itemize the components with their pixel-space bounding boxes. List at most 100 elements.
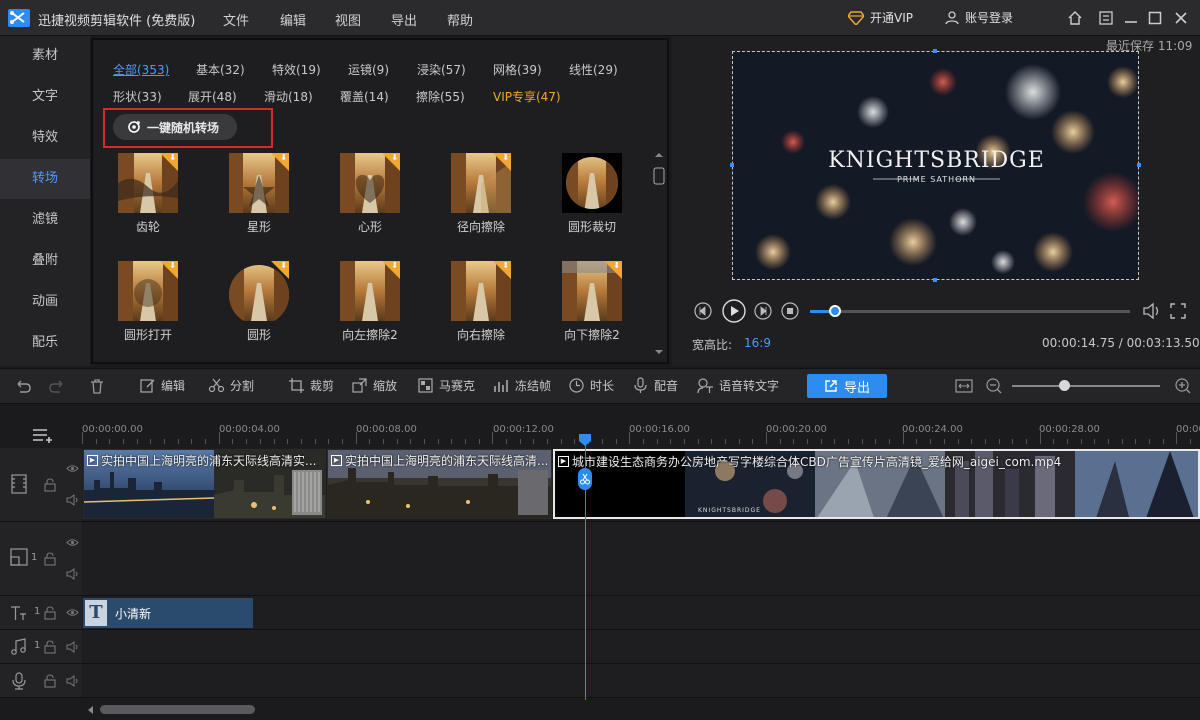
volume-icon[interactable] — [1141, 301, 1161, 321]
playhead-handle[interactable] — [579, 434, 591, 446]
speaker-icon[interactable] — [66, 568, 79, 580]
menu-view[interactable]: 视图 — [335, 10, 361, 29]
sidebar-item-effects[interactable]: 特效 — [0, 118, 90, 158]
sidebar-item-animation[interactable]: 动画 — [0, 282, 90, 322]
timeline-scroll-thumb[interactable] — [100, 705, 255, 714]
video-clip[interactable]: ▶ 实拍中国上海明亮的浦东天际线高清... — [327, 449, 552, 519]
eye-icon[interactable] — [66, 608, 79, 617]
tool-mosaic[interactable]: 马赛克 — [417, 377, 475, 394]
transition-thumb-circle[interactable]: ⬇ — [229, 261, 289, 321]
category-shape[interactable]: 形状(33) — [113, 88, 162, 105]
tool-duration[interactable]: 时长 — [568, 377, 614, 394]
resize-handle[interactable] — [1137, 163, 1141, 167]
sidebar-item-material[interactable]: 素材 — [0, 36, 90, 76]
settings-icon[interactable] — [1097, 9, 1115, 27]
timeline-zoom-track[interactable] — [1012, 385, 1160, 387]
undo-icon[interactable] — [14, 377, 32, 395]
lock-icon[interactable] — [44, 478, 56, 492]
tool-speech-to-text[interactable]: 语音转文字 — [697, 377, 779, 394]
panel-scrollbar[interactable] — [652, 150, 666, 360]
category-expand[interactable]: 展开(48) — [188, 88, 237, 105]
text-clip[interactable]: T 小清新 — [83, 598, 253, 628]
zoom-out-icon[interactable] — [985, 377, 1003, 395]
voice-track[interactable] — [82, 664, 1200, 698]
transition-thumb-radial-wipe[interactable]: ⬇ — [451, 153, 511, 213]
sidebar-item-music[interactable]: 配乐 — [0, 323, 90, 363]
transition-thumb-wipe-right[interactable]: ⬇ — [451, 261, 511, 321]
next-frame-icon[interactable] — [754, 302, 772, 320]
category-linear[interactable]: 线性(29) — [569, 61, 618, 78]
tool-split[interactable]: 分割 — [208, 377, 254, 394]
resize-handle[interactable] — [933, 278, 937, 282]
eye-icon[interactable] — [66, 538, 79, 547]
redo-icon[interactable] — [48, 377, 66, 395]
lock-icon[interactable] — [44, 640, 56, 654]
sidebar-item-transitions[interactable]: 转场 — [0, 159, 90, 199]
minimize-icon[interactable] — [1122, 9, 1140, 27]
tool-zoom[interactable]: 缩放 — [351, 377, 397, 394]
transition-thumb-wipe-down-2[interactable]: ⬇ — [562, 261, 622, 321]
transition-thumb-wipe-left-2[interactable]: ⬇ — [340, 261, 400, 321]
category-camera[interactable]: 运镜(9) — [348, 61, 389, 78]
speaker-icon[interactable] — [66, 494, 79, 506]
video-clip-selected[interactable]: ▶ 城市建设生态商务办公房地产写字楼综合体CBD广告宣传片高清镜_爱给网_aige… — [553, 449, 1200, 519]
previous-frame-icon[interactable] — [694, 302, 712, 320]
music-track[interactable] — [82, 630, 1200, 664]
sidebar-item-overlay[interactable]: 叠附 — [0, 241, 90, 281]
resize-handle[interactable] — [933, 49, 937, 53]
category-cover[interactable]: 覆盖(14) — [340, 88, 389, 105]
export-button[interactable]: 导出 — [807, 374, 887, 398]
aspect-ratio-value[interactable]: 16:9 — [744, 336, 771, 350]
lock-icon[interactable] — [44, 552, 56, 566]
scroll-left-icon[interactable] — [88, 706, 94, 714]
maximize-icon[interactable] — [1146, 9, 1164, 27]
lock-icon[interactable] — [44, 606, 56, 620]
category-all[interactable]: 全部(353) — [113, 61, 169, 78]
category-basic[interactable]: 基本(32) — [196, 61, 245, 78]
menu-export[interactable]: 导出 — [391, 10, 417, 29]
fit-timeline-icon[interactable] — [955, 377, 973, 395]
category-wipe[interactable]: 擦除(55) — [416, 88, 465, 105]
sidebar-item-filters[interactable]: 滤镜 — [0, 200, 90, 240]
transition-thumb-circle-crop[interactable] — [562, 153, 622, 213]
transition-thumb-heart[interactable]: ⬇ — [340, 153, 400, 213]
zoom-in-icon[interactable] — [1174, 377, 1192, 395]
play-icon[interactable] — [722, 299, 746, 323]
resize-handle[interactable] — [730, 163, 734, 167]
overlay-track[interactable] — [82, 522, 1200, 596]
video-preview[interactable]: KNIGHTSBRIDGE PRIME SATHORN — [732, 51, 1139, 280]
stop-icon[interactable] — [781, 302, 799, 320]
fullscreen-icon[interactable] — [1168, 301, 1188, 321]
delete-icon[interactable] — [88, 377, 106, 395]
menu-edit[interactable]: 编辑 — [280, 10, 306, 29]
eye-icon[interactable] — [66, 464, 79, 473]
lock-icon[interactable] — [44, 674, 56, 688]
home-icon[interactable] — [1066, 9, 1084, 27]
tool-freeze-frame[interactable]: 冻结帧 — [493, 377, 551, 394]
close-icon[interactable] — [1172, 9, 1190, 27]
category-effects[interactable]: 特效(19) — [272, 61, 321, 78]
speaker-icon[interactable] — [66, 675, 79, 687]
playback-progress-track[interactable] — [810, 310, 1130, 313]
category-dissolve[interactable]: 浸染(57) — [417, 61, 466, 78]
transition-thumb-star[interactable]: ⬇ — [229, 153, 289, 213]
split-marker-icon[interactable] — [578, 468, 592, 490]
playback-progress-knob[interactable] — [829, 305, 841, 317]
vip-button[interactable]: 开通VIP — [848, 9, 913, 26]
random-transition-button[interactable]: 一键随机转场 — [113, 114, 237, 140]
timeline-zoom-knob[interactable] — [1059, 380, 1070, 391]
menu-file[interactable]: 文件 — [223, 10, 249, 29]
sidebar-item-text[interactable]: 文字 — [0, 77, 90, 117]
tool-edit[interactable]: 编辑 — [139, 377, 185, 394]
menu-help[interactable]: 帮助 — [447, 10, 473, 29]
speaker-icon[interactable] — [66, 641, 79, 653]
add-track-icon[interactable] — [32, 426, 56, 444]
category-slide[interactable]: 滑动(18) — [264, 88, 313, 105]
category-grid[interactable]: 网格(39) — [493, 61, 542, 78]
tool-voiceover[interactable]: 配音 — [632, 377, 678, 394]
tool-crop[interactable]: 裁剪 — [288, 377, 334, 394]
account-button[interactable]: 账号登录 — [945, 9, 1013, 26]
video-clip[interactable]: ▶ 实拍中国上海明亮的浦东天际线高清实... — [83, 449, 326, 519]
transition-thumb-circle-open[interactable]: ⬇ — [118, 261, 178, 321]
category-vip[interactable]: VIP专享(47) — [493, 88, 561, 105]
